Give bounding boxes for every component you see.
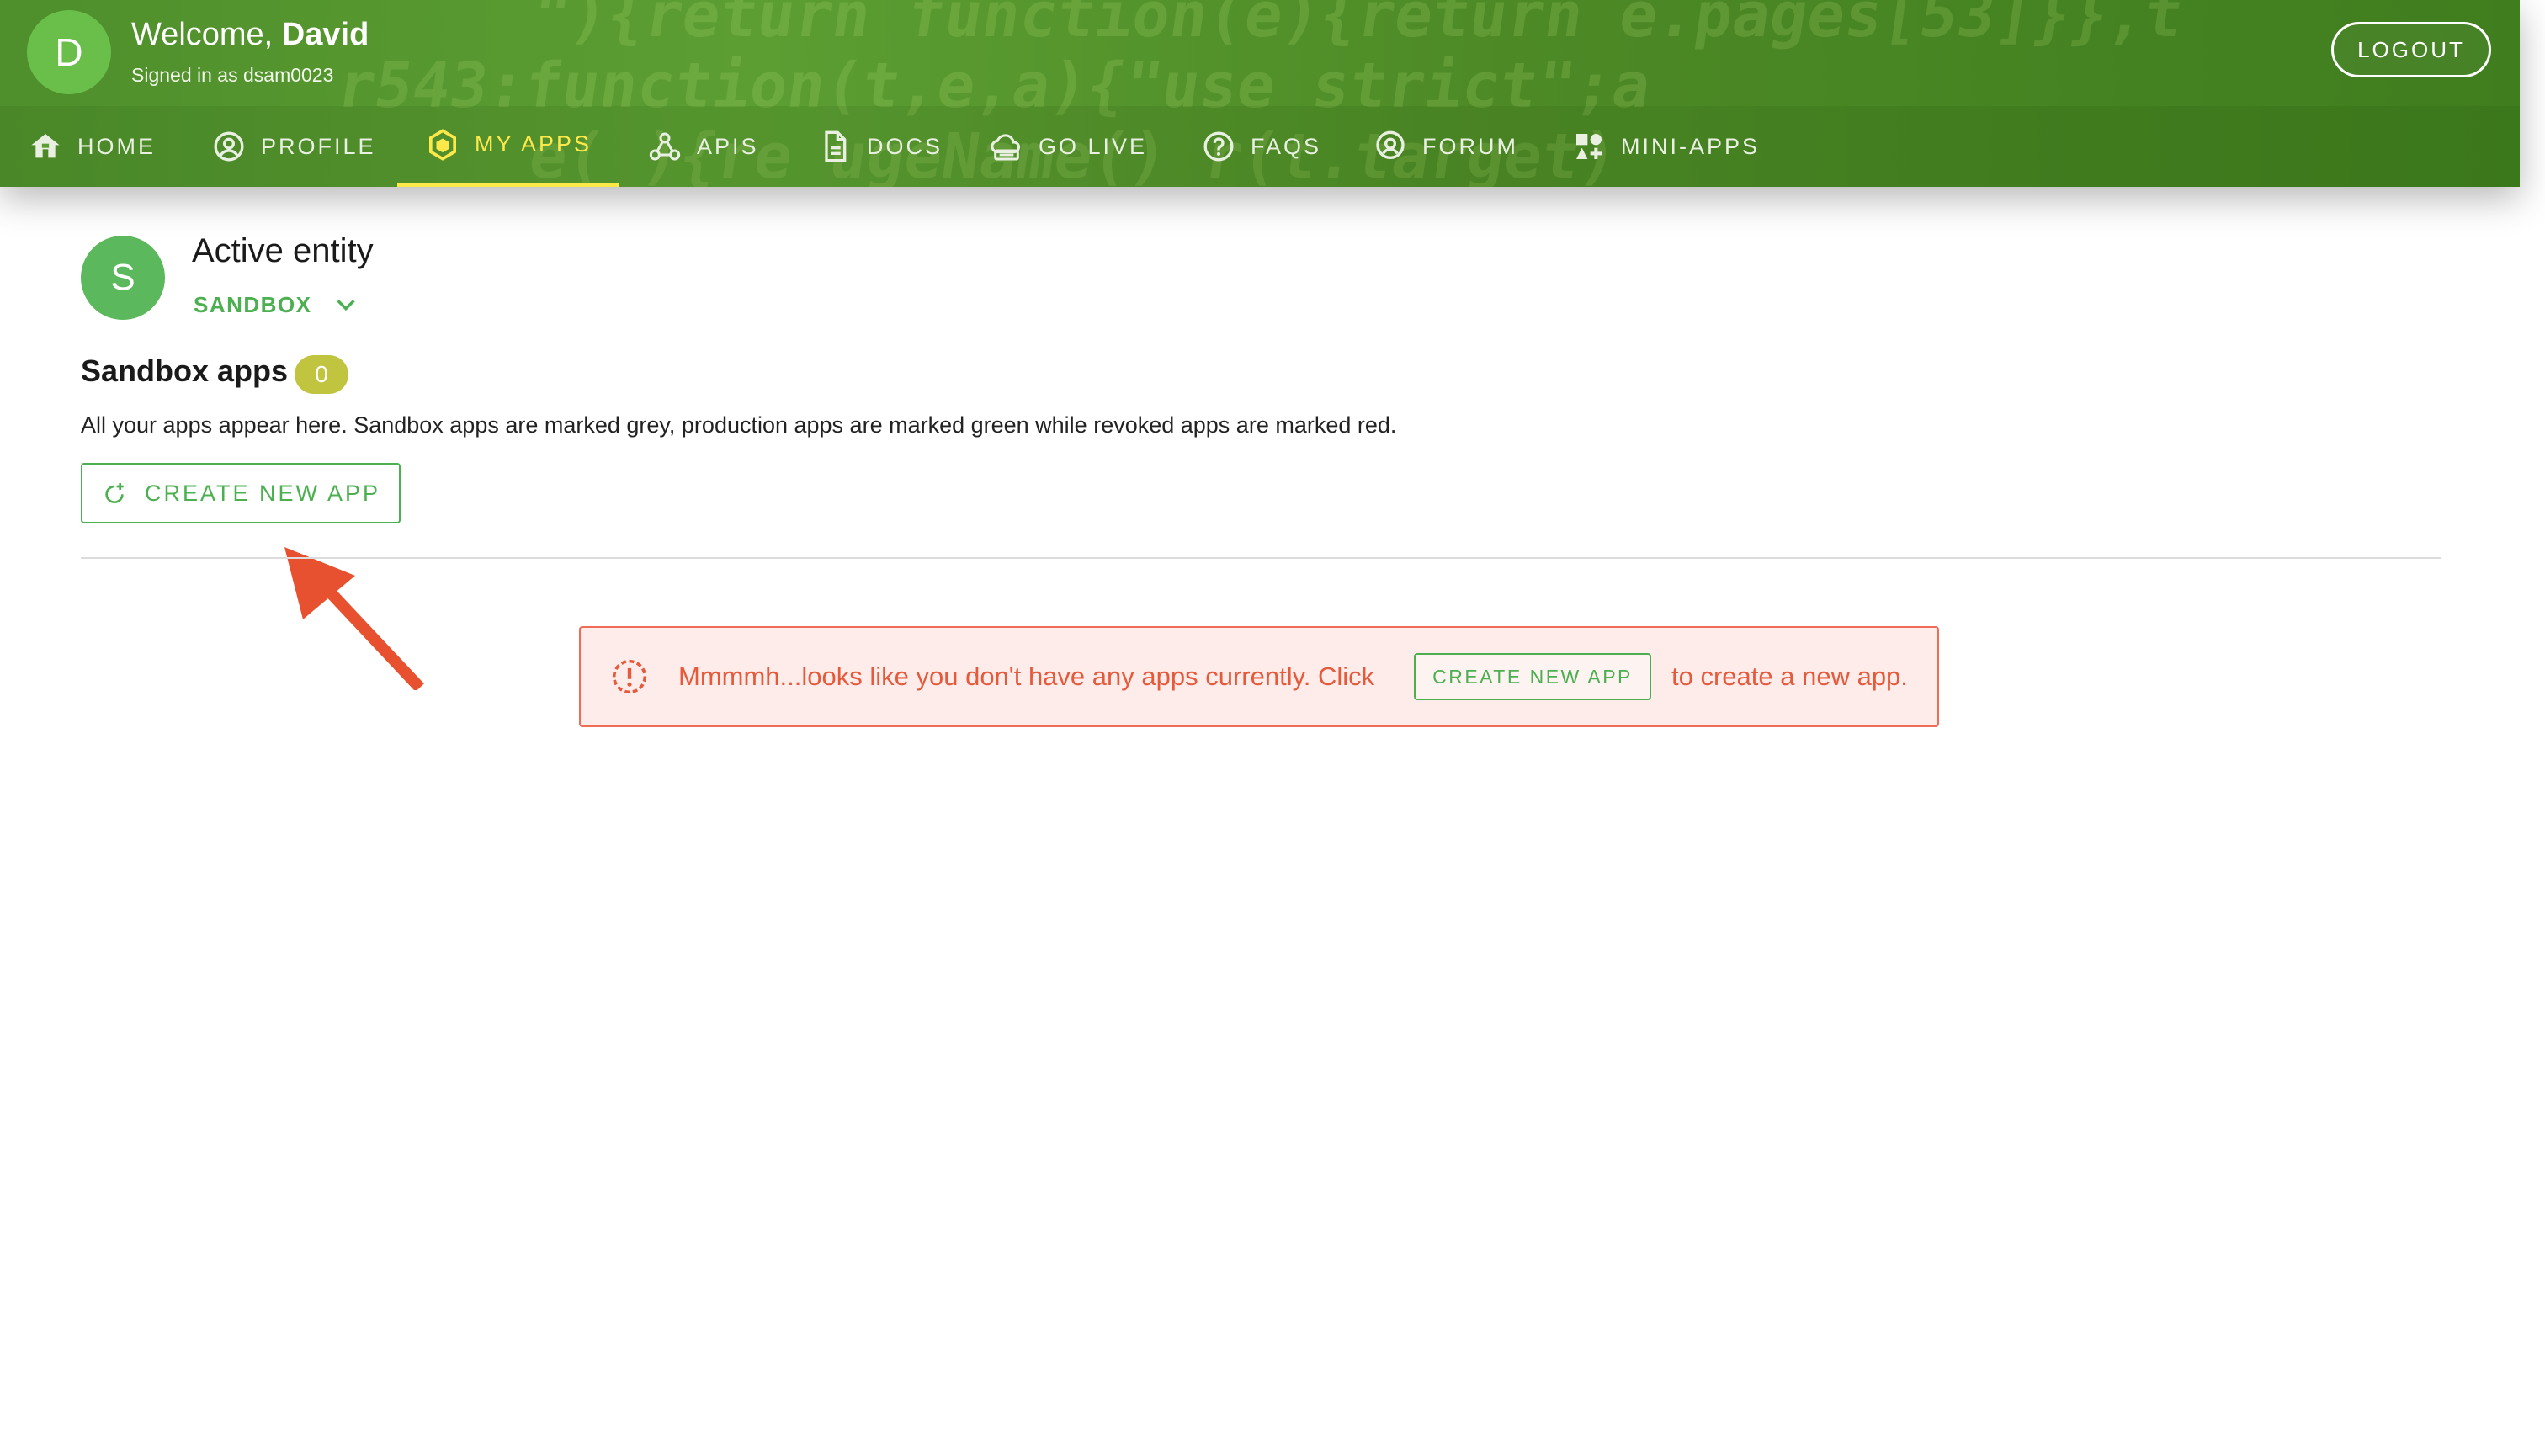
nav-item-profile[interactable]: PROFILE [212,106,380,187]
welcome-text: Welcome, David [131,17,369,53]
home-icon [31,134,60,158]
nav-label: HOME [77,133,156,159]
docs-icon [825,130,847,162]
nav-label: PROFILE [261,133,376,159]
nav-label: FAQS [1251,133,1322,159]
mini-apps-icon [1576,134,1602,159]
nav-item-home[interactable]: HOME [29,106,172,187]
alert-icon [612,659,647,694]
nav-item-go-live[interactable]: GO LIVE [990,106,1158,187]
nav-item-forum[interactable]: FORUM [1373,106,1533,187]
faqs-icon [1203,131,1234,162]
logout-button[interactable]: LOGOUT [2331,22,2491,77]
header-top-row: D Welcome, David Signed in as dsam0023 L… [0,0,2520,106]
apps-description: All your apps appear here. Sandbox apps … [81,412,1397,438]
create-new-app-button[interactable]: CREATE NEW APP [81,463,401,523]
add-refresh-icon [105,483,124,503]
alert-message: Mmmmh...looks like you don't have any ap… [678,662,1375,691]
nav-item-apis[interactable]: APIS [648,106,774,187]
annotation-arrow [284,547,424,690]
entity-select[interactable]: SANDBOX [194,290,359,320]
profile-icon [214,131,244,162]
chevron-down-icon [336,300,355,311]
signed-in-text: Signed in as dsam0023 [131,64,334,86]
nav-item-faqs[interactable]: FAQS [1202,106,1336,187]
apps-count-badge: 0 [295,355,348,394]
alert-create-new-app-button[interactable]: CREATE NEW APP [1414,653,1651,700]
user-name: David [281,17,369,52]
nav-item-my-apps[interactable]: MY APPS [397,106,619,187]
create-new-app-label: CREATE NEW APP [144,480,381,506]
entity-select-value: SANDBOX [194,291,312,317]
nav-label: MINI-APPS [1621,133,1761,159]
nav-label: DOCS [867,133,943,159]
main-nav: HOME PROFILE MY APPS APIS DOCS GO LIVE F… [0,106,2520,187]
entity-avatar: S [81,236,165,320]
forum-icon [1376,130,1405,159]
app-header: "){return function(e){return e.pages[53]… [0,0,2520,187]
go-live-icon [991,134,1021,161]
alert-message-suffix: to create a new app. [1671,662,1908,691]
section-divider [81,557,2441,559]
nav-label: FORUM [1422,133,1518,159]
user-avatar[interactable]: D [27,10,111,94]
welcome-prefix: Welcome, [131,17,282,52]
no-apps-alert: Mmmmh...looks like you don't have any ap… [579,626,1939,727]
nav-item-mini-apps[interactable]: MINI-APPS [1572,106,1774,187]
active-entity-label: Active entity [192,232,374,269]
my-apps-icon [429,128,456,161]
nav-item-docs[interactable]: DOCS [818,106,944,187]
nav-label: APIS [697,133,759,159]
nav-label: GO LIVE [1039,133,1148,159]
section-title: Sandbox apps [81,353,289,388]
nav-label: MY APPS [475,131,592,157]
apis-icon [649,132,681,161]
